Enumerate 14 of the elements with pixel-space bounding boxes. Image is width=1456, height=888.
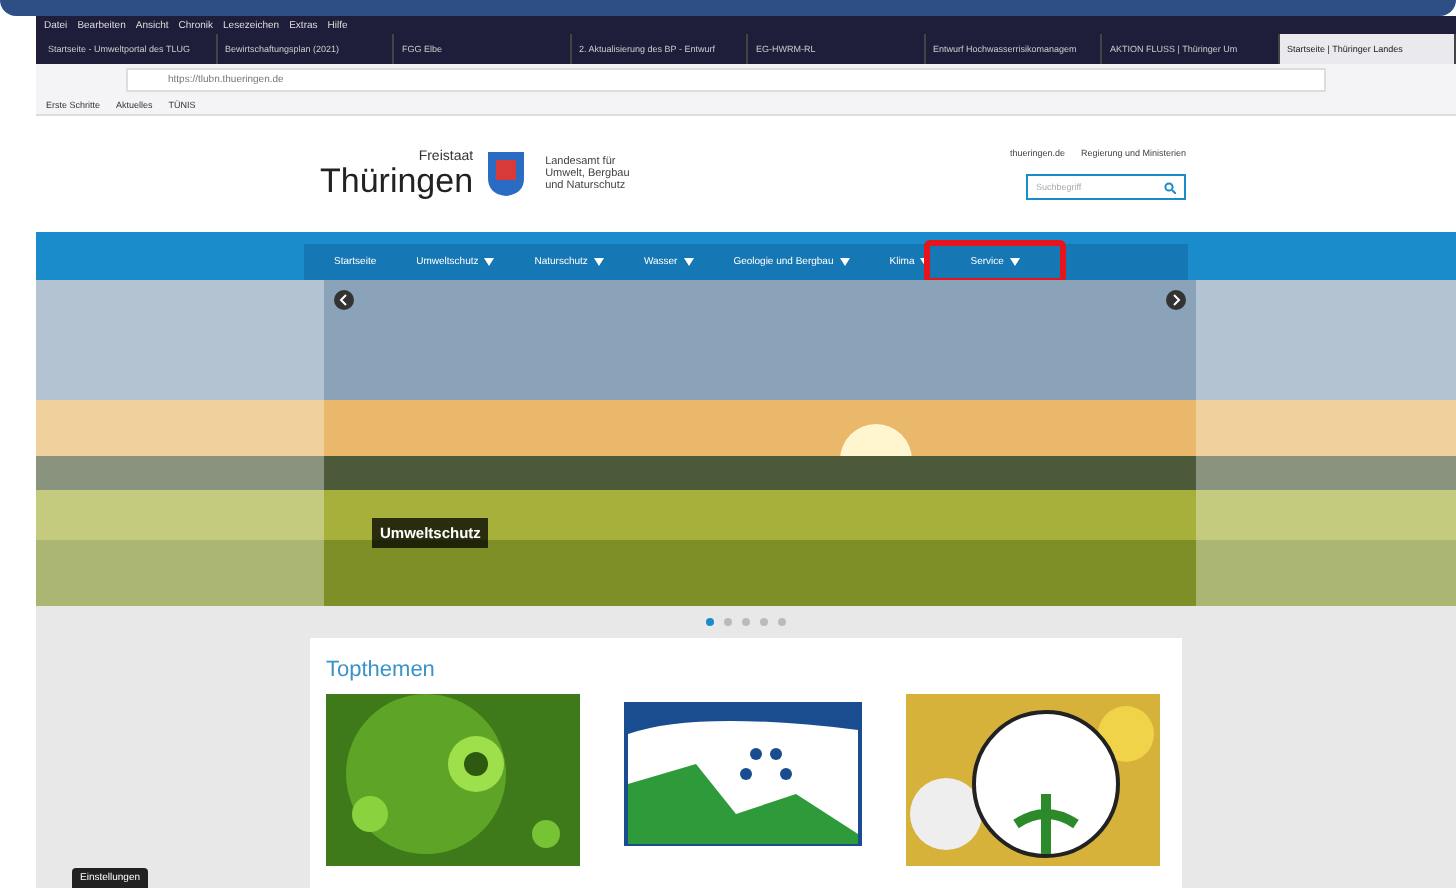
caret-icon — [839, 258, 850, 266]
section-title: Topthemen — [326, 658, 437, 682]
caret-icon — [1009, 258, 1020, 266]
slide-dot[interactable] — [760, 618, 768, 626]
slide-dot[interactable] — [706, 618, 714, 626]
slide-dot[interactable] — [724, 618, 732, 626]
slide-dot[interactable] — [742, 618, 750, 626]
caret-icon — [484, 258, 495, 266]
caret-icon — [593, 258, 604, 266]
caret-icon — [683, 258, 694, 266]
slide-dot[interactable] — [778, 618, 786, 626]
logo-title: Thüringen — [320, 164, 474, 198]
coat-of-arms-icon — [485, 150, 526, 198]
search-icon — [1164, 181, 1176, 193]
